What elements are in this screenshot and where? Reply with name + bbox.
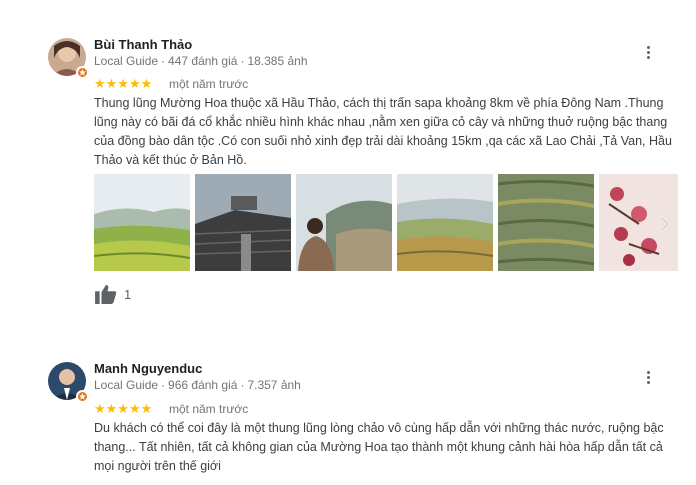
thumb-up-icon [95, 284, 117, 304]
review-text: Du khách có thể coi đây là một thung lũn… [94, 419, 684, 476]
separator: · [161, 378, 166, 392]
more-vert-icon[interactable] [641, 42, 655, 62]
review-text-line: Thảo và kết thúc ở Bản Hồ. [94, 153, 247, 167]
reviewer-name[interactable]: Bùi Thanh Thảo [94, 37, 192, 52]
reviewer-avatar[interactable] [48, 362, 89, 403]
like-count: 1 [124, 286, 132, 302]
review-text-line: lũng này có bãi đá cổ khắc nhiều hình kh… [94, 115, 668, 129]
review-photo-valley-terraces[interactable] [94, 174, 190, 271]
reviewer-meta: Local Guide · 447 đánh giá · 18.385 ảnh [94, 54, 308, 68]
review-photo-rice-terraces[interactable] [498, 174, 594, 271]
local-guide-label: Local Guide [94, 378, 159, 392]
star-rating: ★★★★★ [94, 76, 153, 91]
separator: · [161, 54, 166, 68]
review-photo-person-on-hill[interactable] [296, 174, 392, 271]
reviewer-name[interactable]: Manh Nguyenduc [94, 361, 202, 376]
review-count: 966 đánh giá [168, 378, 238, 392]
local-guide-label: Local Guide [94, 54, 159, 68]
photo-count: 7.357 ảnh [247, 378, 301, 392]
more-vert-icon[interactable] [641, 367, 655, 387]
review-text: Thung lũng Mường Hoa thuộc xã Hầu Thảo, … [94, 94, 684, 170]
review-time: một năm trước [169, 402, 249, 416]
review-photo-stone-building[interactable] [195, 174, 291, 271]
review-count: 447 đánh giá [168, 54, 238, 68]
chevron-right-icon[interactable] [654, 210, 676, 238]
reviewer-meta: Local Guide · 966 đánh giá · 7.357 ảnh [94, 378, 301, 392]
separator: · [240, 54, 245, 68]
review-text-line: thang... Tất nhiên, tất cả không gian củ… [94, 440, 663, 454]
review-text-line: Thung lũng Mường Hoa thuộc xã Hầu Thảo, … [94, 96, 664, 110]
review-text-line: mọi người trên thế giới [94, 459, 221, 473]
review-time: một năm trước [169, 77, 249, 91]
review-text-line: của đồng bào dân tộc .Có con suối nhỏ xi… [94, 134, 672, 148]
local-guide-badge-icon [76, 66, 89, 79]
photo-count: 18.385 ảnh [247, 54, 308, 68]
like-button[interactable]: 1 [95, 284, 131, 304]
reviewer-avatar[interactable] [48, 38, 89, 79]
star-rating: ★★★★★ [94, 401, 153, 416]
separator: · [240, 378, 245, 392]
review-text-line: Du khách có thể coi đây là một thung lũn… [94, 421, 664, 435]
review-photo-misty-valley[interactable] [397, 174, 493, 271]
review-photos [94, 174, 678, 271]
local-guide-badge-icon [76, 390, 89, 403]
